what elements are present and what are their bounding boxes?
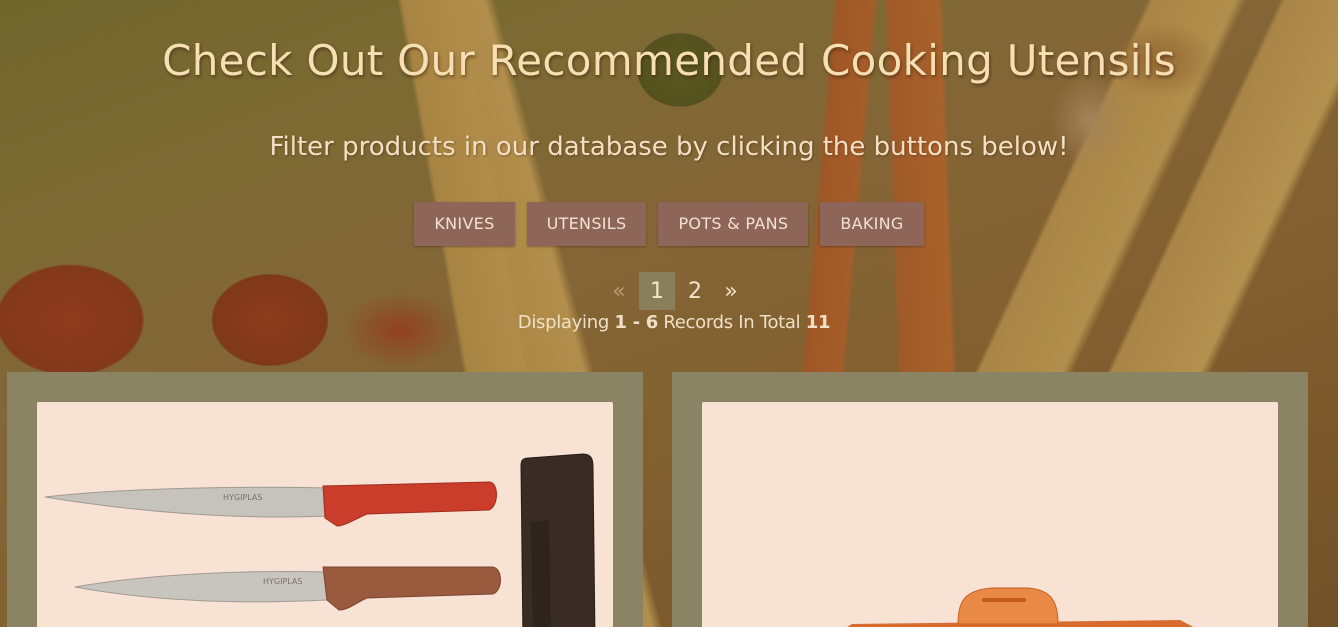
record-to: 6 <box>645 312 659 333</box>
container-handle-slot <box>982 598 1026 602</box>
container-handle <box>957 587 1059 625</box>
record-middle: Records In Total <box>657 312 806 333</box>
product-grid: HYGIPLAS HYGIPLAS <box>7 372 1308 627</box>
knife-illustration: HYGIPLAS HYGIPLAS <box>44 453 596 627</box>
page-subtitle: Filter products in our database by click… <box>269 132 1069 162</box>
brand-mark-lower: HYGIPLAS <box>263 577 302 586</box>
pagination-page-1[interactable]: 1 <box>639 272 675 310</box>
product-card[interactable]: HYGIPLAS HYGIPLAS <box>7 372 643 627</box>
filter-utensils-button[interactable]: UTENSILS <box>526 202 647 246</box>
knife-handle-red <box>322 481 497 527</box>
hero-section: Check Out Our Recommended Cooking Utensi… <box>0 0 1338 372</box>
knife-case-fold <box>531 520 551 627</box>
pagination: « 1 2 » <box>12 272 1338 310</box>
record-separator: - <box>626 312 646 333</box>
filter-pots-pans-button[interactable]: POTS & PANS <box>658 202 809 246</box>
knife-blade-upper <box>44 486 330 518</box>
record-from: 1 <box>614 312 627 333</box>
filter-bar: KNIVES UTENSILS POTS & PANS BAKING <box>0 202 1338 246</box>
orange-container-image[interactable] <box>702 402 1278 627</box>
knife-handle-brown <box>322 566 501 611</box>
filter-knives-button[interactable]: KNIVES <box>414 202 515 246</box>
container-illustration <box>847 587 1194 627</box>
brand-mark-upper: HYGIPLAS <box>223 493 262 502</box>
pagination-page-2[interactable]: 2 <box>679 272 711 310</box>
record-total: 11 <box>805 312 831 333</box>
filter-baking-button[interactable]: BAKING <box>820 202 924 246</box>
pagination-next[interactable]: » <box>715 272 747 310</box>
pagination-prev[interactable]: « <box>603 272 635 310</box>
product-card[interactable] <box>672 372 1308 627</box>
record-count-text: Displaying 1 - 6 Records In Total 11 <box>10 312 1338 333</box>
record-prefix: Displaying <box>517 312 615 333</box>
page-title: Check Out Our Recommended Cooking Utensi… <box>162 36 1176 85</box>
chef-knives-image[interactable]: HYGIPLAS HYGIPLAS <box>37 402 613 627</box>
